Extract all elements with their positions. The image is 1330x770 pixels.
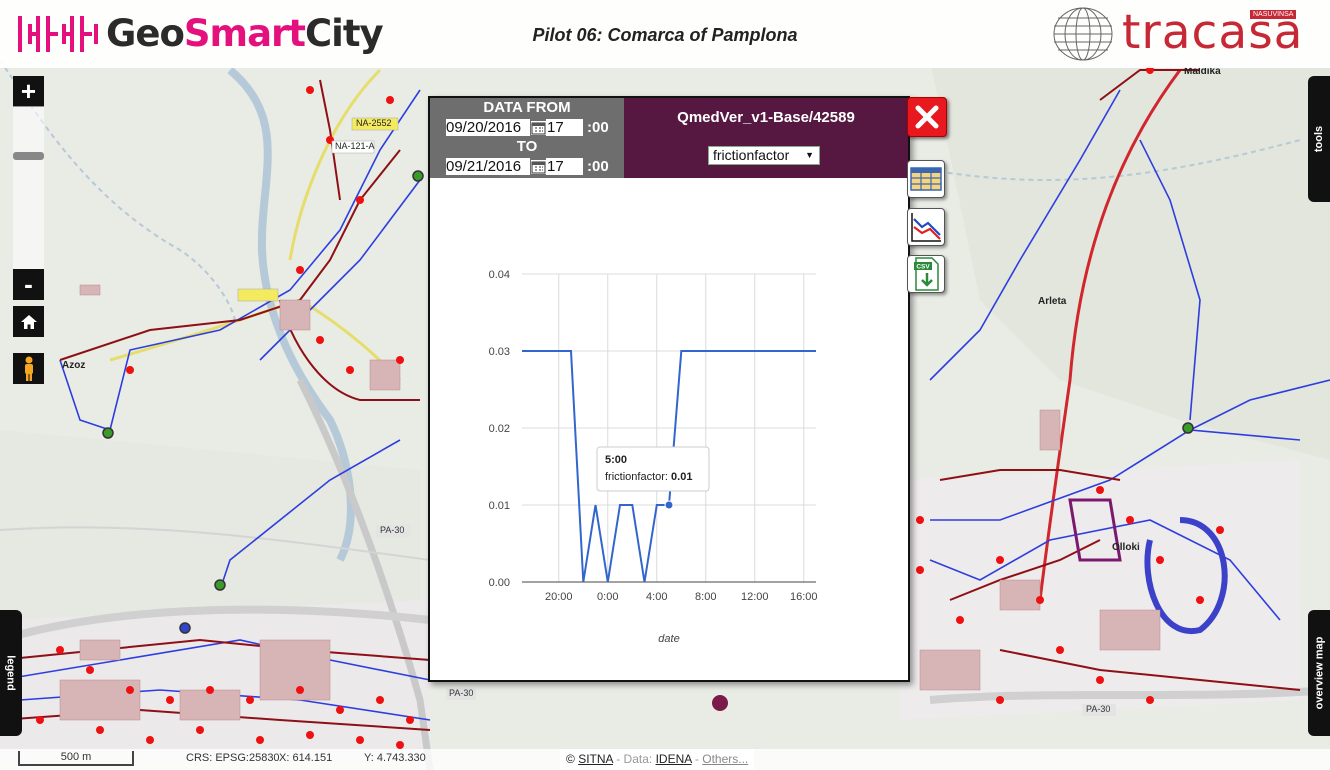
tools-tab[interactable]: tools xyxy=(1308,76,1330,202)
csv-download-icon: CSV xyxy=(914,257,939,291)
home-icon xyxy=(20,314,37,329)
idena-link[interactable]: IDENA xyxy=(656,752,692,766)
svg-text:CSV: CSV xyxy=(916,264,930,271)
date-from-label: DATA FROM xyxy=(483,99,571,116)
y-tick-label: 0.00 xyxy=(489,577,510,589)
overview-map-tab[interactable]: overview map xyxy=(1308,610,1330,736)
date-range-panel: DATA FROM 09/20/2016 17 :00 TO 09/21/201… xyxy=(430,98,624,178)
from-calendar-button[interactable] xyxy=(531,120,546,135)
from-date-input[interactable]: 09/20/2016 xyxy=(446,119,530,136)
to-date-row: 09/21/2016 17 :00 xyxy=(446,157,609,176)
x-tick-label: 16:00 xyxy=(790,591,818,603)
zoom-slider[interactable] xyxy=(13,106,44,269)
legend-tab[interactable]: legend xyxy=(0,610,22,736)
to-date-input[interactable]: 09/21/2016 xyxy=(446,158,530,175)
y-tick-label: 0.04 xyxy=(489,269,510,281)
highlighted-point xyxy=(664,500,674,510)
y-tick-label: 0.02 xyxy=(489,423,510,435)
to-label: TO xyxy=(516,138,538,155)
y-tick-label: 0.03 xyxy=(489,346,510,358)
to-hour-input[interactable]: 17 xyxy=(546,158,583,175)
timeseries-dialog: DATA FROM 09/20/2016 17 :00 TO 09/21/201… xyxy=(428,96,910,682)
road-label-pa30: PA-30 xyxy=(449,688,474,698)
calendar-icon xyxy=(531,161,546,173)
status-bar: 500 m CRS: EPSG:25830 X: 614.151 Y: 4.74… xyxy=(0,749,1330,770)
x-tick-label: 4:00 xyxy=(646,591,667,603)
chart-view-button[interactable] xyxy=(907,208,945,246)
legend-tab-label: legend xyxy=(5,655,18,691)
sitna-link[interactable]: SITNA xyxy=(578,752,613,766)
copyright-symbol: © xyxy=(566,752,575,766)
others-separator: - xyxy=(691,752,703,766)
variable-select[interactable]: frictionfactor ▼ xyxy=(708,146,820,165)
streetview-button[interactable] xyxy=(13,353,44,384)
others-link[interactable]: Others... xyxy=(702,752,748,766)
partner-badge: NASUVINSA xyxy=(1250,10,1297,19)
table-view-button[interactable] xyxy=(907,160,945,198)
tooltip-title: 5:00 xyxy=(605,454,627,466)
home-button[interactable] xyxy=(13,306,44,337)
zoom-out-button[interactable]: - xyxy=(13,269,44,300)
y-coordinate: Y: 4.743.330 xyxy=(364,752,426,764)
tooltip-label: frictionfactor: 0.01 xyxy=(605,471,692,483)
x-tick-label: 8:00 xyxy=(695,591,716,603)
attribution: © SITNA - Data: IDENA - Others... xyxy=(560,749,755,770)
zoom-slider-handle[interactable] xyxy=(13,152,44,160)
scale-bar: 500 m xyxy=(18,751,134,766)
tooltip-value: 0.01 xyxy=(671,471,692,483)
x-tick-label: 20:00 xyxy=(545,591,573,603)
layer-title-panel: QmedVer_v1-Base/42589 frictionfactor ▼ xyxy=(624,98,908,178)
from-minutes: :00 xyxy=(587,119,609,136)
dropdown-arrow-icon: ▼ xyxy=(805,150,814,160)
road-label-pa30: PA-30 xyxy=(1086,704,1111,714)
app-header: GeoSmartCity Pilot 06: Comarca of Pamplo… xyxy=(0,0,1330,68)
place-label-olloki: Olloki xyxy=(1112,542,1140,553)
zoom-in-button[interactable]: + xyxy=(13,76,44,107)
from-date-row: 09/20/2016 17 :00 xyxy=(446,118,609,137)
to-calendar-button[interactable] xyxy=(531,159,546,174)
close-button[interactable] xyxy=(907,97,947,137)
place-label-arleta: Arleta xyxy=(1038,296,1067,307)
layer-title: QmedVer_v1-Base/42589 xyxy=(677,109,855,126)
road-label-pa30: PA-30 xyxy=(380,525,405,535)
x-axis-label: date xyxy=(658,633,679,645)
place-label-azoz: Azoz xyxy=(62,360,86,371)
to-minutes: :00 xyxy=(587,158,609,175)
pegman-icon xyxy=(24,356,33,381)
calendar-icon xyxy=(531,122,546,134)
x-tick-label: 12:00 xyxy=(741,591,769,603)
crs-readout: CRS: EPSG:25830 xyxy=(186,752,280,764)
road-label-na2552: NA-2552 xyxy=(356,118,392,128)
overview-map-tab-label: overview map xyxy=(1313,636,1326,710)
from-hour-input[interactable]: 17 xyxy=(546,119,583,136)
road-label-na121a: NA-121-A xyxy=(335,141,375,151)
variable-select-value: frictionfactor xyxy=(713,147,790,163)
close-icon xyxy=(915,105,939,129)
chart-icon xyxy=(911,213,941,242)
x-tick-label: 0:00 xyxy=(597,591,618,603)
x-coordinate: X: 614.151 xyxy=(279,752,333,764)
tools-tab-label: tools xyxy=(1313,125,1325,153)
csv-download-button[interactable]: CSV xyxy=(907,255,945,293)
line-chart[interactable]: 0.00 0.01 0.02 0.03 0.04 20:00 0:00 4:00 8:00 12:… xyxy=(430,178,904,676)
tracasa-globe-icon xyxy=(1053,7,1113,61)
table-icon xyxy=(910,167,942,191)
data-separator: - Data: xyxy=(612,752,656,766)
y-tick-label: 0.01 xyxy=(489,500,510,512)
